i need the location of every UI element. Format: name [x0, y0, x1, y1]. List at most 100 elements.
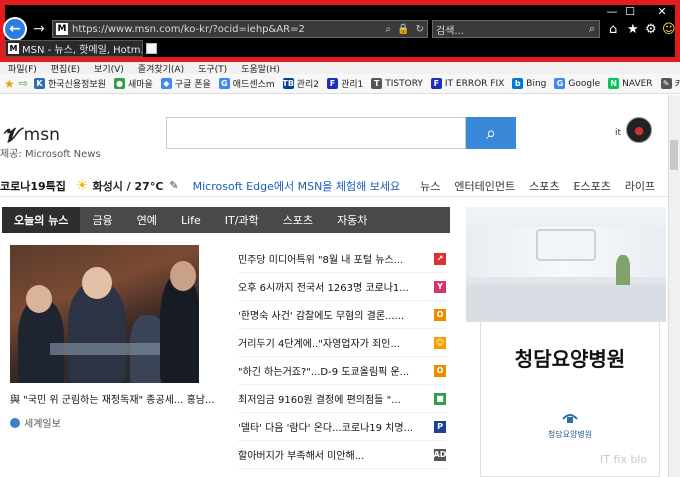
- avatar[interactable]: ●: [626, 117, 652, 143]
- site-favicon: M: [56, 23, 68, 35]
- news-item[interactable]: '델타' 다음 '람다' 온다...코로나19 치명... P: [238, 413, 446, 441]
- news-title[interactable]: 할아버지가 부족해서 미안해...: [238, 447, 430, 462]
- favorites-star-icon[interactable]: ★: [627, 22, 639, 37]
- news-title[interactable]: '한명숙 사건' 감찰에도 무혐의 결론......: [238, 307, 430, 322]
- favorite-label: 애드센스m: [232, 80, 275, 90]
- favorite-item[interactable]: T TISTORY: [371, 78, 423, 89]
- favorite-item[interactable]: ● 새마을: [113, 77, 153, 90]
- msn-butterfly-icon: 𝓥: [4, 123, 21, 147]
- scrollbar-thumb[interactable]: [670, 140, 678, 170]
- edit-pencil-icon[interactable]: ✎: [169, 179, 178, 192]
- back-arrow-icon: ←: [9, 21, 21, 37]
- news-tabs: 오늘의 뉴스 금융 연예 Life IT/과학 스포츠 자동차: [2, 207, 450, 233]
- msn-provider: 제공: Microsoft News: [0, 149, 101, 160]
- favorite-item[interactable]: b Bing: [512, 78, 546, 89]
- nav-esports[interactable]: E스포츠: [574, 178, 611, 194]
- user-name[interactable]: it: [615, 128, 621, 138]
- minimize-button[interactable]: —: [604, 5, 620, 18]
- refresh-icon[interactable]: ↻: [416, 24, 424, 35]
- gear-icon[interactable]: ⚙: [645, 22, 657, 37]
- news-title[interactable]: 최저임금 9160원 결정에 편의점들 "...: [238, 391, 430, 406]
- favorites-star-icon[interactable]: ★: [4, 77, 15, 91]
- menu-favorites[interactable]: 즐겨찾기(A): [138, 62, 184, 75]
- tab-entertainment[interactable]: 연예: [125, 207, 169, 233]
- sun-icon: ☀: [75, 177, 89, 194]
- favorite-item[interactable]: G Google: [554, 78, 600, 89]
- news-title[interactable]: 민주당 미디어특위 "8월 내 포털 뉴스...: [238, 251, 430, 266]
- menu-help[interactable]: 도움말(H): [241, 62, 280, 75]
- add-favorite-icon[interactable]: ⇨: [19, 77, 28, 90]
- search-icon: ⌕: [485, 122, 497, 144]
- new-tab-button[interactable]: [146, 43, 157, 54]
- news-title[interactable]: 오후 6시까지 전국서 1263명 코로나1...: [238, 279, 430, 294]
- search-placeholder[interactable]: 검색...: [436, 22, 589, 37]
- news-source-icon: AD: [433, 448, 447, 461]
- news-item[interactable]: 거리두기 4단계에.."자영업자가 죄인... ☺: [238, 329, 446, 357]
- favorite-label: 키자드: [675, 77, 680, 90]
- ad-hospital-name: 청담요양병원: [547, 430, 593, 439]
- msn-logo-text: msn: [23, 125, 60, 145]
- close-button[interactable]: ✕: [654, 5, 670, 18]
- msn-search-input[interactable]: [166, 117, 466, 149]
- favorite-item[interactable]: G 애드센스m: [218, 77, 275, 90]
- favorite-item[interactable]: ◆ 구글 폰을: [160, 77, 211, 90]
- favorite-item[interactable]: N NAVER: [608, 78, 653, 89]
- nav-news[interactable]: 뉴스: [420, 178, 440, 194]
- search-icon[interactable]: ⌕: [386, 24, 392, 35]
- favorite-item[interactable]: K 한국신용정보원: [33, 77, 106, 90]
- menu-file[interactable]: 파일(F): [8, 62, 37, 75]
- news-item[interactable]: 최저임금 9160원 결정에 편의점들 "... ■: [238, 385, 446, 413]
- weather-text[interactable]: 화성시 / 27°C: [92, 178, 163, 194]
- address-bar[interactable]: M https://www.msn.com/ko-kr/?ocid=iehp&A…: [52, 20, 428, 38]
- lock-icon[interactable]: 🔒: [397, 24, 409, 35]
- forward-button[interactable]: →: [31, 20, 47, 38]
- browser-tab-active[interactable]: M MSN - 뉴스, 핫메일, Hotm...: [5, 40, 143, 57]
- news-item[interactable]: "하긴 하는거죠?"...D-9 도쿄올림픽 운... O: [238, 357, 446, 385]
- menu-edit[interactable]: 편집(E): [51, 62, 80, 75]
- menu-bar: 파일(F) 편집(E) 보기(V) 즐겨찾기(A) 도구(T) 도움말(H): [0, 62, 680, 75]
- news-item[interactable]: 할아버지가 부족해서 미안해... AD: [238, 441, 446, 469]
- menu-view[interactable]: 보기(V): [94, 62, 124, 75]
- search-icon[interactable]: ⌕: [589, 22, 595, 36]
- address-url[interactable]: https://www.msn.com/ko-kr/?ocid=iehp&AR=…: [72, 24, 383, 35]
- tab-autos[interactable]: 자동차: [325, 207, 379, 233]
- news-item[interactable]: '한명숙 사건' 감찰에도 무혐의 결론...... O: [238, 301, 446, 329]
- feedback-smiley-icon[interactable]: ☺: [662, 22, 676, 37]
- news-title[interactable]: '델타' 다음 '람다' 온다...코로나19 치명...: [238, 419, 430, 434]
- tab-today-news[interactable]: 오늘의 뉴스: [2, 207, 81, 233]
- ad-image[interactable]: [466, 207, 666, 322]
- msn-search-button[interactable]: ⌕: [466, 117, 516, 149]
- news-title[interactable]: "하긴 하는거죠?"...D-9 도쿄올림픽 운...: [238, 363, 430, 378]
- favorite-icon: F: [326, 78, 338, 89]
- back-button[interactable]: ←: [3, 17, 27, 41]
- favorite-item[interactable]: F 관리1: [326, 77, 363, 90]
- hero-image[interactable]: [10, 245, 199, 383]
- home-icon[interactable]: ⌂: [609, 22, 617, 37]
- covid-special-link[interactable]: 코로나19특집: [0, 178, 66, 194]
- browser-search-box[interactable]: 검색... ⌕: [432, 20, 600, 38]
- tab-sports[interactable]: 스포츠: [271, 207, 325, 233]
- nav-sports[interactable]: 스포츠: [529, 178, 559, 194]
- nav-life[interactable]: 라이프: [625, 178, 655, 194]
- favorite-item[interactable]: TB 관리2: [282, 77, 319, 90]
- hero-caption[interactable]: 與 "국민 위 군림하는 재정독재" 종공세... 홍남...: [10, 391, 220, 406]
- favorite-icon: b: [512, 78, 524, 89]
- ad-title[interactable]: 청담요양병원: [480, 343, 660, 372]
- avatar-icon: ●: [634, 123, 644, 137]
- news-item[interactable]: 민주당 미디어특위 "8월 내 포털 뉴스... ↗: [238, 245, 446, 273]
- menu-tools[interactable]: 도구(T): [198, 62, 227, 75]
- news-source-icon: ↗: [434, 252, 446, 265]
- favorite-item[interactable]: ✎키자드: [660, 77, 680, 90]
- msn-logo[interactable]: 𝓥 msn: [4, 123, 60, 147]
- maximize-button[interactable]: ☐: [622, 5, 638, 18]
- nav-entertainment[interactable]: 엔터테인먼트: [454, 178, 515, 194]
- favorite-item[interactable]: F IT ERROR FIX: [430, 78, 505, 89]
- tab-it-science[interactable]: IT/과학: [213, 207, 271, 233]
- news-source-icon: ■: [434, 392, 446, 405]
- news-title[interactable]: 거리두기 4단계에.."자영업자가 죄인...: [238, 335, 430, 350]
- tab-finance[interactable]: 금융: [80, 207, 124, 233]
- favorite-label: IT ERROR FIX: [444, 78, 505, 89]
- news-item[interactable]: 오후 6시까지 전국서 1263명 코로나1... Y: [238, 273, 446, 301]
- tab-life[interactable]: Life: [169, 207, 213, 233]
- edge-promo-link[interactable]: Microsoft Edge에서 MSN을 체험해 보세요: [193, 178, 401, 194]
